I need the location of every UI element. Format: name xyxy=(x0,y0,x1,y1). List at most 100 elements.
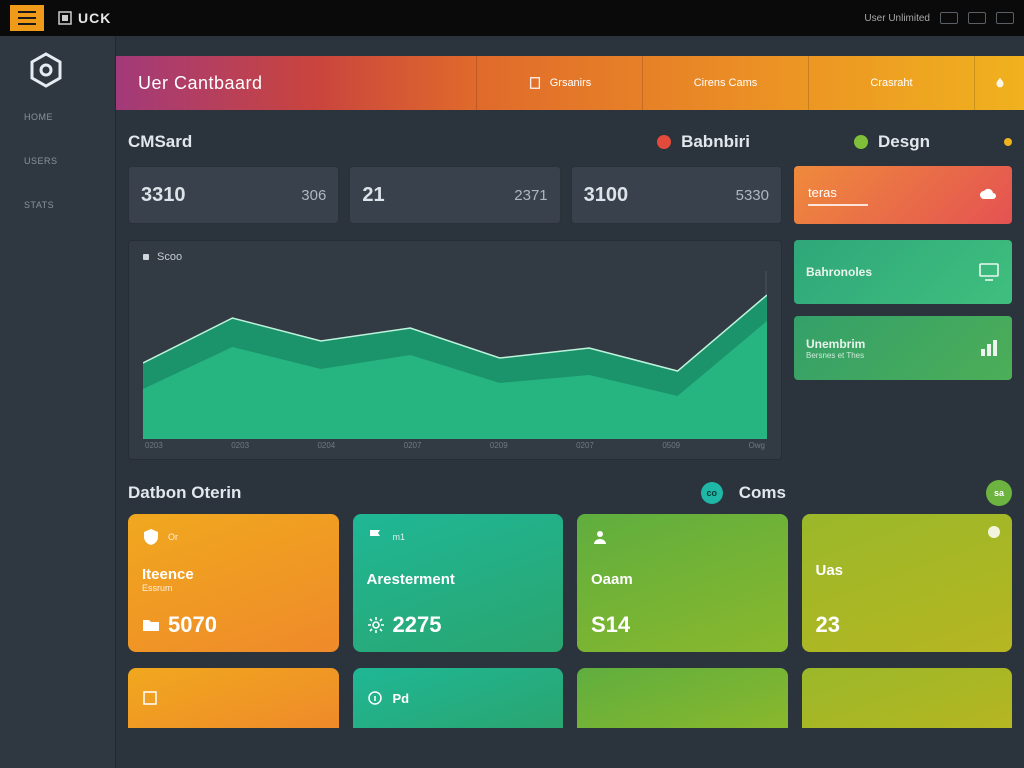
stat-2-right: 5330 xyxy=(736,187,769,204)
main: Uer Cantbaard Grsanirs Cirens Cams Crasr… xyxy=(116,36,1024,768)
user-label: User Unlimited xyxy=(864,13,930,24)
stat-row: 3310 306 21 2371 3100 5330 xyxy=(128,166,782,224)
doc-icon xyxy=(528,76,542,90)
tile-2[interactable]: Oaam S14 xyxy=(577,514,788,652)
infocards: Bahronoles UnembrimBersnes et Thes xyxy=(794,240,1012,380)
hero-nav-0[interactable]: Grsanirs xyxy=(476,56,642,110)
tile-2-metric: S14 xyxy=(591,612,774,638)
tile-3[interactable]: Uas 23 xyxy=(802,514,1013,652)
folder-icon xyxy=(142,616,160,634)
action-card[interactable]: teras xyxy=(794,166,1012,224)
cloud-icon xyxy=(978,185,998,205)
shield-icon xyxy=(142,528,160,546)
tile-0-metric: 5070 xyxy=(168,612,217,638)
action-card-underline xyxy=(808,204,868,206)
status-dot-red xyxy=(657,135,671,149)
stat-0[interactable]: 3310 306 xyxy=(128,166,339,224)
sidebar-item-0[interactable]: HOME xyxy=(0,112,115,122)
tile-1-top: m1 xyxy=(393,532,406,542)
tile2-1-label: Pd xyxy=(393,691,410,706)
bullet-icon xyxy=(143,254,149,260)
page-title: Uer Cantbaard xyxy=(116,56,476,110)
user-icon xyxy=(591,528,609,546)
tile2-3[interactable] xyxy=(802,668,1013,728)
sidebar: HOME USERS STATS xyxy=(0,36,116,768)
tile2-0[interactable] xyxy=(128,668,339,728)
xtick-7: Owg xyxy=(749,441,765,450)
tile-1-metric: 2275 xyxy=(393,612,442,638)
stat-0-right: 306 xyxy=(301,187,326,204)
brand-text: UCK xyxy=(78,10,111,26)
tile-3-metric: 23 xyxy=(816,612,999,638)
topbar: UCK User Unlimited xyxy=(0,0,1024,36)
infocard-1-title: Unembrim xyxy=(806,337,865,351)
flag-icon xyxy=(367,528,385,546)
flame-icon xyxy=(993,76,1007,90)
hero-nav: Grsanirs Cirens Cams Crasraht xyxy=(476,56,1024,110)
chart-xaxis: 0203 0203 0204 0207 0209 0207 0509 Owg xyxy=(143,441,767,450)
infocard-0[interactable]: Bahronoles xyxy=(794,240,1012,304)
brand-icon xyxy=(58,11,72,25)
lower-left-label: Datbon Oterin xyxy=(128,483,241,503)
app-logo-icon xyxy=(28,52,64,88)
action-card-label: teras xyxy=(808,185,868,200)
xtick-0: 0203 xyxy=(145,441,163,450)
hero-nav-settings[interactable] xyxy=(974,56,1024,110)
dot-icon xyxy=(988,526,1000,538)
stat-1[interactable]: 21 2371 xyxy=(349,166,560,224)
xtick-1: 0203 xyxy=(231,441,249,450)
tile2-1[interactable]: Pd xyxy=(353,668,564,728)
tile-0-title: Iteence xyxy=(142,566,325,583)
xtick-5: 0207 xyxy=(576,441,594,450)
tile-0-top: Or xyxy=(168,532,178,542)
tile-0-sub: Essrum xyxy=(142,583,325,593)
chart-panel: Scoo 0203 0203 0204 0207 0209 0207 xyxy=(128,240,782,460)
section-headers: CMSard Babnbiri Desgn xyxy=(128,132,1012,152)
hero-bar: Uer Cantbaard Grsanirs Cirens Cams Crasr… xyxy=(116,56,1024,110)
section-mid: Babnbiri xyxy=(657,132,750,152)
bar-chart-icon xyxy=(978,337,1000,359)
tile-1[interactable]: m1 Aresterment 2275 xyxy=(353,514,564,652)
chart-title: Scoo xyxy=(143,251,767,263)
hero-nav-2-label: Crasraht xyxy=(870,77,912,89)
hero-nav-1-label: Cirens Cams xyxy=(694,77,758,89)
topbar-chip-1[interactable] xyxy=(940,12,958,24)
section-mid-label: Babnbiri xyxy=(681,132,750,152)
sidebar-item-1[interactable]: USERS xyxy=(0,156,115,166)
infocard-1-sub: Bersnes et Thes xyxy=(806,351,865,360)
tile-1-title: Aresterment xyxy=(367,571,550,588)
topbar-chip-2[interactable] xyxy=(968,12,986,24)
section-right-label: Desgn xyxy=(878,132,930,152)
lower-headers: Datbon Oterin co Coms sa xyxy=(128,480,1012,506)
chart-area[interactable] xyxy=(143,271,767,439)
menu-button[interactable] xyxy=(10,5,44,31)
topbar-chip-3[interactable] xyxy=(996,12,1014,24)
status-dot-yellow xyxy=(1004,138,1012,146)
topbar-right: User Unlimited xyxy=(864,12,1014,24)
tile2-2[interactable] xyxy=(577,668,788,728)
xtick-3: 0207 xyxy=(404,441,422,450)
hero-nav-0-label: Grsanirs xyxy=(550,77,592,89)
xtick-2: 0204 xyxy=(317,441,335,450)
tile-3-title: Uas xyxy=(816,562,999,579)
hamburger-icon xyxy=(18,11,36,25)
status-dot-green xyxy=(854,135,868,149)
lower-right-label: Coms xyxy=(739,483,786,503)
sidebar-item-2[interactable]: STATS xyxy=(0,200,115,210)
stat-2[interactable]: 3100 5330 xyxy=(571,166,782,224)
infocard-1[interactable]: UnembrimBersnes et Thes xyxy=(794,316,1012,380)
tile-0[interactable]: Or IteenceEssrum 5070 xyxy=(128,514,339,652)
monitor-icon xyxy=(978,261,1000,283)
stat-2-value: 3100 xyxy=(584,184,629,207)
hero-nav-1[interactable]: Cirens Cams xyxy=(642,56,808,110)
tile-grid: Or IteenceEssrum 5070 m1 Aresterment 227… xyxy=(128,514,1012,652)
cog-icon xyxy=(367,616,385,634)
hero-nav-2[interactable]: Crasraht xyxy=(808,56,974,110)
badge-right[interactable]: sa xyxy=(986,480,1012,506)
stat-0-value: 3310 xyxy=(141,184,186,207)
chart-title-text: Scoo xyxy=(157,251,182,263)
badge-left[interactable]: co xyxy=(701,482,723,504)
tile-2-title: Oaam xyxy=(591,571,774,588)
section-right: Desgn xyxy=(854,132,930,152)
info-icon xyxy=(367,690,383,706)
